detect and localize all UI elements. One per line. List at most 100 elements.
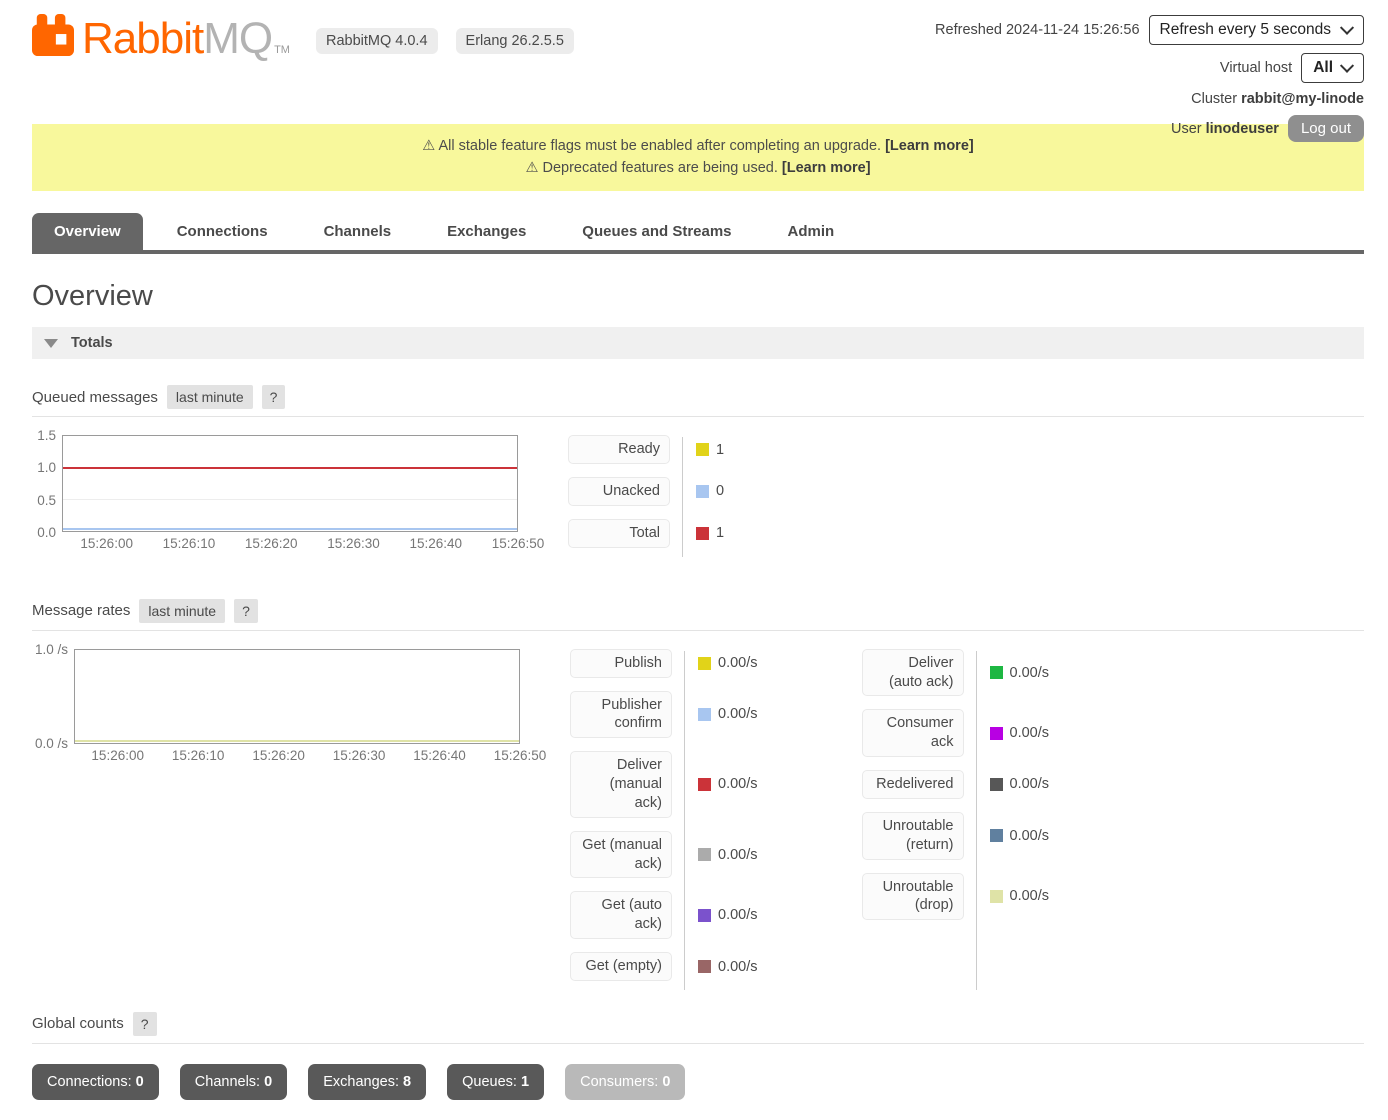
- global-counts-badges: Connections: 0 Channels: 0 Exchanges: 8 …: [32, 1064, 1364, 1100]
- redelivered-swatch-icon: [990, 778, 1003, 791]
- queues-count-badge: Queues: 1: [447, 1064, 544, 1100]
- get-manual-ack-rate-value: 0.00/s: [718, 847, 758, 863]
- legend-row-deliver-auto-ack: Deliver (auto ack) 0.00/s: [862, 649, 1050, 697]
- legend-label-ready[interactable]: Ready: [568, 435, 670, 464]
- totals-section-toggle[interactable]: Totals: [32, 327, 1364, 359]
- publish-rate-value: 0.00/s: [718, 655, 758, 671]
- legend-label-total[interactable]: Total: [568, 519, 670, 548]
- refreshed-timestamp: Refreshed 2024-11-24 15:26:56: [935, 22, 1140, 38]
- legend-row-get-manual-ack: Get (manual ack) 0.00/s: [570, 831, 758, 879]
- cluster-info: Cluster rabbit@my-linode: [1191, 91, 1364, 107]
- legend-label-get-empty[interactable]: Get (empty): [570, 952, 672, 981]
- get-empty-rate-value: 0.00/s: [718, 959, 758, 975]
- rates-period-selector[interactable]: last minute: [139, 599, 225, 623]
- legend-label-deliver-manual-ack[interactable]: Deliver (manual ack): [570, 751, 672, 818]
- rabbitmq-logo[interactable]: RabbitMQTM: [32, 14, 290, 60]
- legend-divider: [682, 437, 683, 557]
- legend-label-unacked[interactable]: Unacked: [568, 477, 670, 506]
- tab-channels[interactable]: Channels: [302, 213, 414, 250]
- legend-label-publisher-confirm[interactable]: Publisher confirm: [570, 691, 672, 739]
- queued-messages-legend: Ready 1 Unacked 0 Total 1: [568, 435, 724, 561]
- consumer-ack-rate-value: 0.00/s: [1010, 725, 1050, 741]
- deliver-manual-ack-swatch-icon: [698, 778, 711, 791]
- queued-messages-chart: 1.51.00.50.0 15:26:0015:26:1015:26:2015:…: [32, 435, 518, 561]
- total-value: 1: [716, 525, 724, 541]
- rates-chart-x-axis: 15:26:0015:26:1015:26:2015:26:3015:26:40…: [74, 748, 520, 766]
- deliver-manual-ack-rate-value: 0.00/s: [718, 776, 758, 792]
- header: RabbitMQTM RabbitMQ 4.0.4 Erlang 26.2.5.…: [0, 0, 1388, 124]
- global-counts-help-button[interactable]: ?: [133, 1012, 157, 1036]
- get-empty-swatch-icon: [698, 960, 711, 973]
- queued-chart-x-axis: 15:26:0015:26:1015:26:2015:26:3015:26:40…: [62, 536, 518, 554]
- collapse-triangle-icon: [44, 339, 58, 348]
- publisher-confirm-rate-value: 0.00/s: [718, 706, 758, 722]
- unroutable-return-swatch-icon: [990, 829, 1003, 842]
- legend-row-unacked: Unacked 0: [568, 477, 724, 506]
- legend-label-get-auto-ack[interactable]: Get (auto ack): [570, 891, 672, 939]
- legend-label-publish[interactable]: Publish: [570, 649, 672, 678]
- queued-messages-header: Queued messages last minute ?: [32, 385, 1364, 417]
- legend-row-ready: Ready 1: [568, 435, 724, 464]
- deprecated-learn-more-link[interactable]: [Learn more]: [782, 160, 871, 176]
- logout-button[interactable]: Log out: [1288, 115, 1364, 142]
- legend-row-unroutable-return: Unroutable (return) 0.00/s: [862, 812, 1050, 860]
- legend-label-unroutable-drop[interactable]: Unroutable (drop): [862, 873, 964, 921]
- legend-label-get-manual-ack[interactable]: Get (manual ack): [570, 831, 672, 879]
- unroutable-drop-swatch-icon: [990, 890, 1003, 903]
- legend-label-consumer-ack[interactable]: Consumer ack: [862, 709, 964, 757]
- queued-help-button[interactable]: ?: [262, 385, 286, 409]
- connections-count-badge: Connections: 0: [32, 1064, 159, 1100]
- legend-row-unroutable-drop: Unroutable (drop) 0.00/s: [862, 873, 1050, 921]
- queued-chart-plot: [62, 435, 518, 532]
- message-rates-header: Message rates last minute ?: [32, 599, 1364, 631]
- unroutable-drop-rate-value: 0.00/s: [1010, 888, 1050, 904]
- legend-label-unroutable-return[interactable]: Unroutable (return): [862, 812, 964, 860]
- legend-row-deliver-manual-ack: Deliver (manual ack) 0.00/s: [570, 751, 758, 818]
- global-counts-header: Global counts ?: [32, 1012, 1364, 1044]
- legend-divider: [684, 651, 685, 990]
- queued-chart-y-axis: 1.51.00.50.0: [32, 428, 62, 540]
- cluster-name: rabbit@my-linode: [1241, 91, 1364, 107]
- tab-admin[interactable]: Admin: [766, 213, 857, 250]
- exchanges-count-badge: Exchanges: 8: [308, 1064, 426, 1100]
- tab-queues-and-streams[interactable]: Queues and Streams: [560, 213, 753, 250]
- legend-label-redelivered[interactable]: Redelivered: [862, 770, 964, 799]
- message-rates-title: Message rates: [32, 602, 130, 619]
- legend-row-publisher-confirm: Publisher confirm 0.00/s: [570, 691, 758, 739]
- rabbitmq-rabbit-icon: [32, 14, 74, 60]
- legend-row-redelivered: Redelivered 0.00/s: [862, 770, 1050, 799]
- brand-text: RabbitMQTM: [82, 18, 290, 60]
- rabbitmq-version-badge: RabbitMQ 4.0.4: [316, 28, 438, 54]
- consumer-ack-swatch-icon: [990, 727, 1003, 740]
- publisher-confirm-swatch-icon: [698, 708, 711, 721]
- refresh-interval-select[interactable]: Refresh every 5 seconds: [1149, 15, 1364, 45]
- global-counts-title: Global counts: [32, 1015, 124, 1032]
- rates-help-button[interactable]: ?: [234, 599, 258, 623]
- unacked-swatch-icon: [696, 485, 709, 498]
- tab-connections[interactable]: Connections: [155, 213, 290, 250]
- tab-overview[interactable]: Overview: [32, 213, 143, 250]
- legend-row-publish: Publish 0.00/s: [570, 649, 758, 678]
- get-manual-ack-swatch-icon: [698, 848, 711, 861]
- deprecated-features-warning: ⚠ Deprecated features are being used. [L…: [42, 159, 1354, 179]
- legend-label-deliver-auto-ack[interactable]: Deliver (auto ack): [862, 649, 964, 697]
- main-nav-tabs: Overview Connections Channels Exchanges …: [32, 213, 1364, 254]
- deliver-auto-ack-swatch-icon: [990, 666, 1003, 679]
- publish-swatch-icon: [698, 657, 711, 670]
- legend-row-total: Total 1: [568, 519, 724, 548]
- rates-chart-plot: [74, 649, 520, 744]
- unacked-value: 0: [716, 483, 724, 499]
- get-auto-ack-rate-value: 0.00/s: [718, 907, 758, 923]
- virtual-host-select[interactable]: All: [1301, 53, 1364, 83]
- redelivered-rate-value: 0.00/s: [1010, 776, 1050, 792]
- total-swatch-icon: [696, 527, 709, 540]
- message-rates-legend-col1: Publish 0.00/s Publisher confirm 0.00/s …: [570, 649, 758, 994]
- queued-messages-title: Queued messages: [32, 389, 158, 406]
- unroutable-return-rate-value: 0.00/s: [1010, 828, 1050, 844]
- erlang-version-badge: Erlang 26.2.5.5: [456, 28, 574, 54]
- user-info: User linodeuser: [1171, 121, 1279, 137]
- rates-chart-y-axis: 1.0 /s0.0 /s: [32, 642, 74, 751]
- queued-period-selector[interactable]: last minute: [167, 385, 253, 409]
- virtual-host-label: Virtual host: [1220, 60, 1292, 76]
- tab-exchanges[interactable]: Exchanges: [425, 213, 548, 250]
